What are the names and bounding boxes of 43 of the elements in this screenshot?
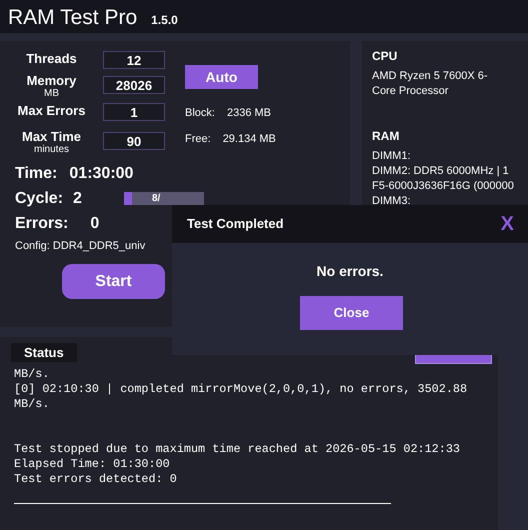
stat-label: Errors: (15, 215, 68, 232)
log-line: MB/s. (14, 367, 50, 382)
field-label: Max Errors (16, 103, 86, 118)
info-value: 2336 MB (226, 106, 271, 121)
close-button[interactable]: Close (300, 296, 403, 330)
number-field[interactable]: 90 (103, 132, 165, 150)
stat-label: Time: (15, 165, 58, 182)
stat-value: 2 (73, 190, 82, 207)
info-label: Free: (185, 132, 211, 147)
dialog-title: Test Completed (187, 215, 284, 234)
stat-value: 01:30:00 (69, 165, 134, 182)
status-tab[interactable]: Status (11, 343, 77, 362)
field-label: Memory (26, 73, 78, 88)
field-label: Threads (25, 51, 78, 66)
close-icon[interactable]: X (500, 209, 514, 239)
ram-line: DIMM1: (372, 149, 412, 164)
version-label: 1.5.0 (151, 12, 178, 29)
unit-label: MB (43, 88, 60, 99)
section-heading: RAM (372, 128, 400, 145)
ram-line: DIMM3: (372, 194, 412, 209)
info-value: 29.134 MB (222, 132, 276, 147)
number-field[interactable]: 12 (103, 51, 165, 69)
config-text: Config: DDR4_DDR5_univ (14, 239, 146, 254)
auto-button[interactable]: Auto (185, 65, 258, 89)
log-line: Test stopped due to maximum time reached at 2026-05-15 02:12:33 (14, 442, 461, 457)
cpu-name: AMD Ryzen 5 7600X 6-Core Processor (372, 69, 489, 99)
unit-label: minutes (32, 144, 70, 155)
log-line: [0] 02:10:30 | completed mirrorMove(2,0,0,1), no errors, 3502.88 MB/s. (14, 382, 468, 412)
ram-line: F5-6000J3636F16G (000000 (372, 179, 515, 194)
section-heading: CPU (372, 48, 398, 65)
stat-label: Cycle: (15, 190, 64, 207)
stat-value: 0 (90, 215, 100, 232)
number-field[interactable]: 1 (103, 103, 165, 121)
log-line: Test errors detected: 0 (14, 472, 178, 487)
info-label: Block: (185, 106, 215, 121)
field-label: Max Time (20, 129, 82, 144)
app-title: RAM Test Pro (8, 5, 138, 31)
number-field[interactable]: 28026 (103, 76, 165, 94)
progress-text: 8/ (152, 192, 160, 206)
dialog-message: No errors. (316, 262, 384, 281)
log-line: Elapsed Time: 01:30:00 (14, 457, 171, 472)
start-button[interactable]: Start (62, 264, 165, 299)
ram-line: DIMM2: DDR5 6000MHz | 1 (372, 164, 510, 179)
